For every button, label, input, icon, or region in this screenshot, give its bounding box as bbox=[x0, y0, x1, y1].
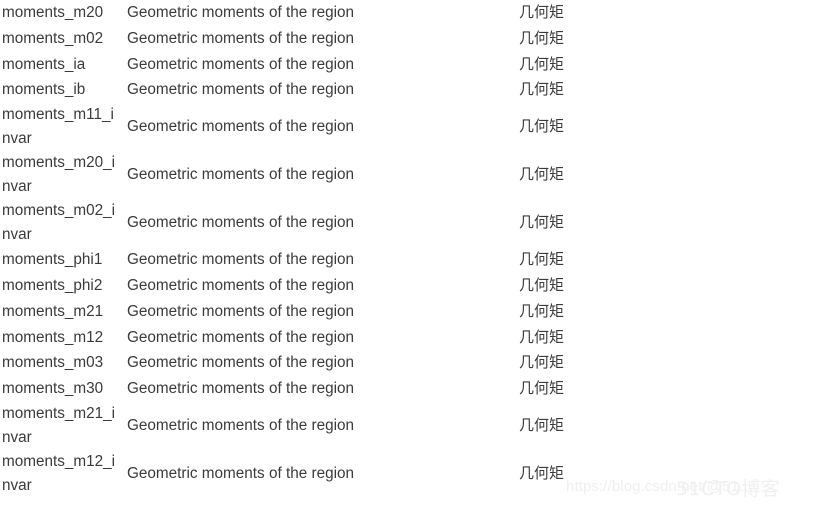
description-en-cell: Geometric moments of the region bbox=[127, 354, 355, 372]
table-body: moments_m20 Geometric moments of the regi… bbox=[0, 0, 815, 498]
table-row: moments_m30 Geometric moments of the regi… bbox=[0, 376, 815, 402]
parameter-name-cell: moments_m02_invar bbox=[2, 202, 116, 244]
parameter-name-cell: moments_m21 bbox=[2, 302, 104, 320]
table-row: moments_m02 Geometric moments of the regi… bbox=[0, 26, 815, 52]
description-zh-cell: 几何矩 bbox=[519, 327, 565, 346]
parameter-name-cell: moments_m30 bbox=[2, 380, 104, 398]
parameter-name-cell: moments_ia bbox=[2, 55, 86, 73]
table-row: moments_ia Geometric moments of the regio… bbox=[0, 52, 815, 78]
table-row: moments_m02_invar Geometric moments of th… bbox=[0, 199, 815, 247]
parameter-name-cell: moments_phi2 bbox=[2, 276, 103, 294]
table-row: moments_m21_invar Geometric moments of th… bbox=[0, 402, 815, 450]
description-zh-cell: 几何矩 bbox=[519, 464, 565, 483]
description-zh-cell: 几何矩 bbox=[519, 250, 565, 269]
parameter-name-cell: moments_ib bbox=[2, 81, 86, 99]
description-en-cell: Geometric moments of the region bbox=[127, 465, 355, 483]
parameter-name-cell: moments_m02 bbox=[2, 29, 104, 47]
table-row: moments_phi2 Geometric moments of the reg… bbox=[0, 273, 815, 299]
description-zh-cell: 几何矩 bbox=[519, 117, 565, 136]
table-row: moments_m20 Geometric moments of the regi… bbox=[0, 0, 815, 26]
description-zh-cell: 几何矩 bbox=[519, 80, 565, 99]
description-zh-cell: 几何矩 bbox=[519, 28, 565, 47]
description-en-cell: Geometric moments of the region bbox=[127, 251, 355, 269]
table-row: moments_m11_invar Geometric moments of th… bbox=[0, 103, 815, 151]
parameter-name-cell: moments_m20 bbox=[2, 4, 104, 21]
parameter-name-cell: moments_m11_invar bbox=[2, 106, 114, 148]
description-zh-cell: 几何矩 bbox=[519, 54, 565, 73]
description-en-cell: Geometric moments of the region bbox=[127, 214, 355, 232]
description-zh-cell: 几何矩 bbox=[519, 3, 565, 21]
parameter-name-cell: moments_m20_invar bbox=[2, 154, 116, 196]
description-en-cell: Geometric moments of the region bbox=[127, 81, 355, 99]
table-row: moments_m21 Geometric moments of the regi… bbox=[0, 299, 815, 325]
description-en-cell: Geometric moments of the region bbox=[127, 166, 355, 184]
description-en-cell: Geometric moments of the region bbox=[127, 328, 355, 346]
table-row: moments_m12 Geometric moments of the regi… bbox=[0, 325, 815, 351]
table-row: moments_ib Geometric moments of the regio… bbox=[0, 77, 815, 103]
description-en-cell: Geometric moments of the region bbox=[127, 118, 355, 136]
parameter-name-cell: moments_m21_invar bbox=[2, 404, 116, 446]
description-en-cell: Geometric moments of the region bbox=[127, 417, 355, 435]
description-zh-cell: 几何矩 bbox=[519, 416, 565, 435]
parameter-name-cell: moments_m12_invar bbox=[2, 452, 116, 494]
parameter-name-cell: moments_m12 bbox=[2, 328, 104, 346]
description-zh-cell: 几何矩 bbox=[519, 379, 565, 398]
moments-parameter-table: moments_m20 Geometric moments of the regi… bbox=[0, 0, 815, 498]
description-en-cell: Geometric moments of the region bbox=[127, 380, 355, 398]
description-en-cell: Geometric moments of the region bbox=[127, 302, 355, 320]
description-zh-cell: 几何矩 bbox=[519, 353, 565, 372]
description-en-cell: Geometric moments of the region bbox=[127, 29, 355, 47]
description-en-cell: Geometric moments of the region bbox=[127, 4, 355, 21]
parameter-name-cell: moments_m03 bbox=[2, 354, 104, 372]
parameter-name-cell: moments_phi1 bbox=[2, 251, 103, 269]
table-row: moments_phi1 Geometric moments of the reg… bbox=[0, 247, 815, 273]
table-row: moments_m03 Geometric moments of the regi… bbox=[0, 350, 815, 376]
description-zh-cell: 几何矩 bbox=[519, 301, 565, 320]
description-en-cell: Geometric moments of the region bbox=[127, 55, 355, 73]
table-row: moments_m20_invar Geometric moments of th… bbox=[0, 151, 815, 199]
table-row: moments_m12_invar Geometric moments of th… bbox=[0, 450, 815, 498]
description-zh-cell: 几何矩 bbox=[519, 275, 565, 294]
description-zh-cell: 几何矩 bbox=[519, 165, 565, 184]
description-zh-cell: 几何矩 bbox=[519, 213, 565, 232]
description-en-cell: Geometric moments of the region bbox=[127, 276, 355, 294]
